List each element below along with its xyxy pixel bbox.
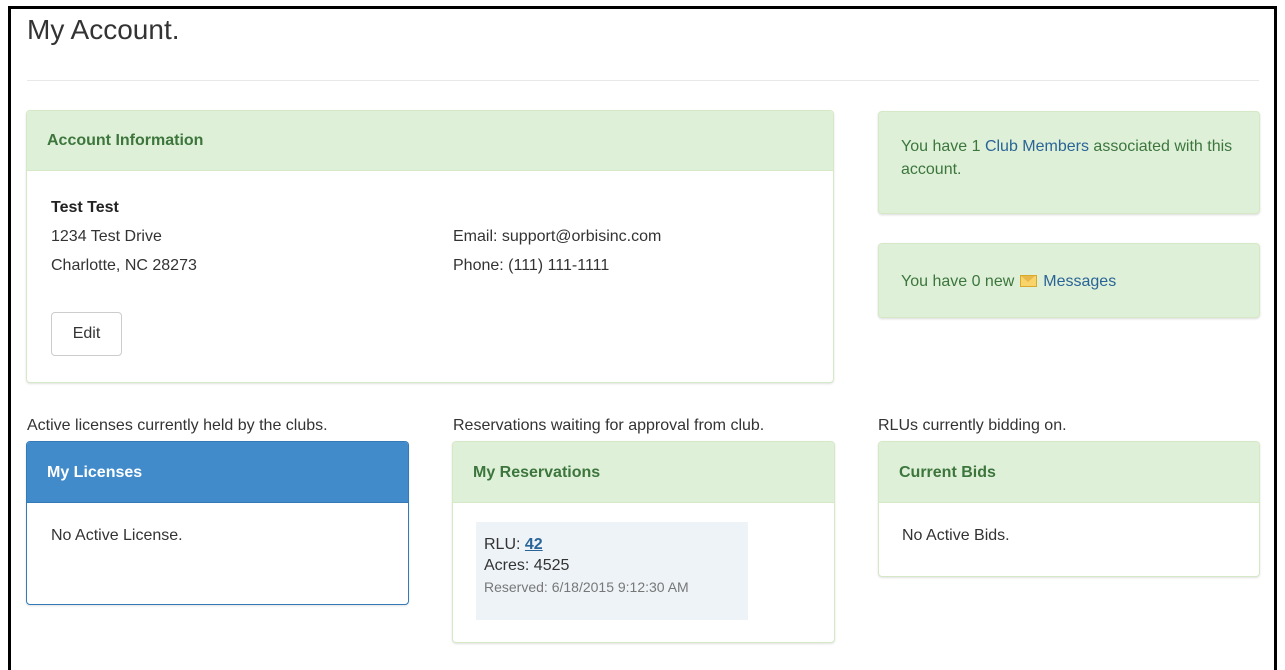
account-phone: Phone: (111) 111-1111	[453, 257, 610, 274]
account-info-heading: Account Information	[27, 111, 833, 171]
current-bids-panel: Current Bids	[878, 441, 1260, 577]
messages-prefix: You have 0 new	[901, 273, 1015, 290]
envelope-icon	[1020, 275, 1038, 287]
reservation-rlu: RLU: 42	[484, 534, 740, 555]
account-email: Email: support@orbisinc.com	[453, 228, 662, 245]
messages-alert: You have 0 new Messages	[878, 243, 1260, 318]
messages-link[interactable]: Messages	[1043, 273, 1116, 290]
account-name: Test Test	[51, 199, 119, 216]
bids-empty: No Active Bids.	[902, 527, 1010, 544]
address-line1: 1234 Test Drive	[51, 228, 162, 245]
licenses-empty: No Active License.	[51, 527, 183, 544]
my-reservations-heading: My Reservations	[453, 442, 834, 503]
my-licenses-heading: My Licenses	[27, 442, 408, 503]
licenses-caption: Active licenses currently held by the cl…	[27, 417, 328, 434]
reservation-date: Reserved: 6/18/2015 9:12:30 AM	[484, 579, 689, 595]
reservation-item: RLU: 42 Acres: 4525 Reserved: 6/18/2015 …	[476, 522, 748, 620]
club-members-link[interactable]: Club Members	[985, 138, 1089, 155]
title-divider	[27, 80, 1259, 81]
reservation-acres: Acres: 4525	[484, 557, 570, 574]
club-members-alert: You have 1 Club Members associated with …	[878, 111, 1260, 214]
bids-caption: RLUs currently bidding on.	[878, 417, 1067, 434]
current-bids-heading: Current Bids	[879, 442, 1259, 503]
account-info-panel: Account Information	[26, 110, 834, 383]
page-title: My Account.	[27, 14, 180, 45]
rlu-link[interactable]: 42	[525, 536, 543, 553]
my-licenses-panel: My Licenses	[26, 441, 409, 605]
address-line2: Charlotte, NC 28273	[51, 257, 197, 274]
rlu-label: RLU:	[484, 536, 525, 553]
edit-button[interactable]: Edit	[51, 312, 122, 356]
club-members-prefix: You have 1	[901, 138, 985, 155]
reservations-caption: Reservations waiting for approval from c…	[453, 417, 765, 434]
